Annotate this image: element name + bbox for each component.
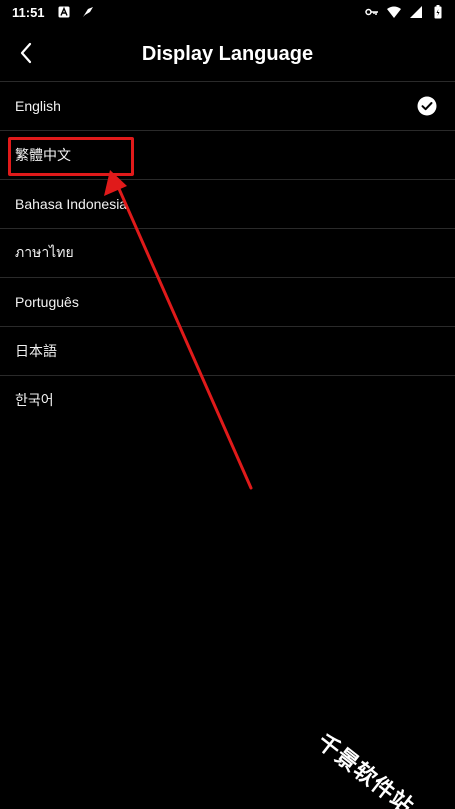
chevron-left-icon [20,42,32,64]
language-label: Português [15,294,79,310]
wifi-icon [387,5,401,19]
language-label: 繁體中文 [15,147,71,163]
language-item-portuguese[interactable]: Português [0,277,455,326]
app-a-icon [57,5,71,19]
status-left-icons [57,5,95,19]
language-label: 日本語 [15,343,57,359]
back-button[interactable] [12,38,40,68]
check-circle-icon [417,96,437,116]
language-label: 한국어 [15,392,54,408]
feather-icon [81,5,95,19]
screen: 11:51 Display Language English 繁體中文 Baha… [0,0,455,809]
language-list: English 繁體中文 Bahasa Indonesia ภาษาไทย Po… [0,81,455,424]
battery-icon [431,5,445,19]
status-time: 11:51 [12,4,45,20]
language-item-japanese[interactable]: 日本語 [0,326,455,375]
language-item-english[interactable]: English [0,81,455,130]
app-header: Display Language [0,28,455,80]
page-title: Display Language [141,42,314,65]
status-bar: 11:51 [0,0,455,24]
vpn-key-icon [365,5,379,19]
language-item-thai[interactable]: ภาษาไทย [0,228,455,277]
watermark-text: 千景软件站 [311,729,418,809]
language-label: ภาษาไทย [15,244,74,260]
watermark: 千景软件站 [312,705,441,809]
language-item-bahasa-indonesia[interactable]: Bahasa Indonesia [0,179,455,228]
language-item-traditional-chinese[interactable]: 繁體中文 [0,130,455,179]
language-label: Bahasa Indonesia [15,196,128,212]
cellular-icon [409,5,423,19]
language-item-korean[interactable]: 한국어 [0,375,455,424]
language-label: English [15,98,61,114]
status-right-icons [365,5,445,19]
